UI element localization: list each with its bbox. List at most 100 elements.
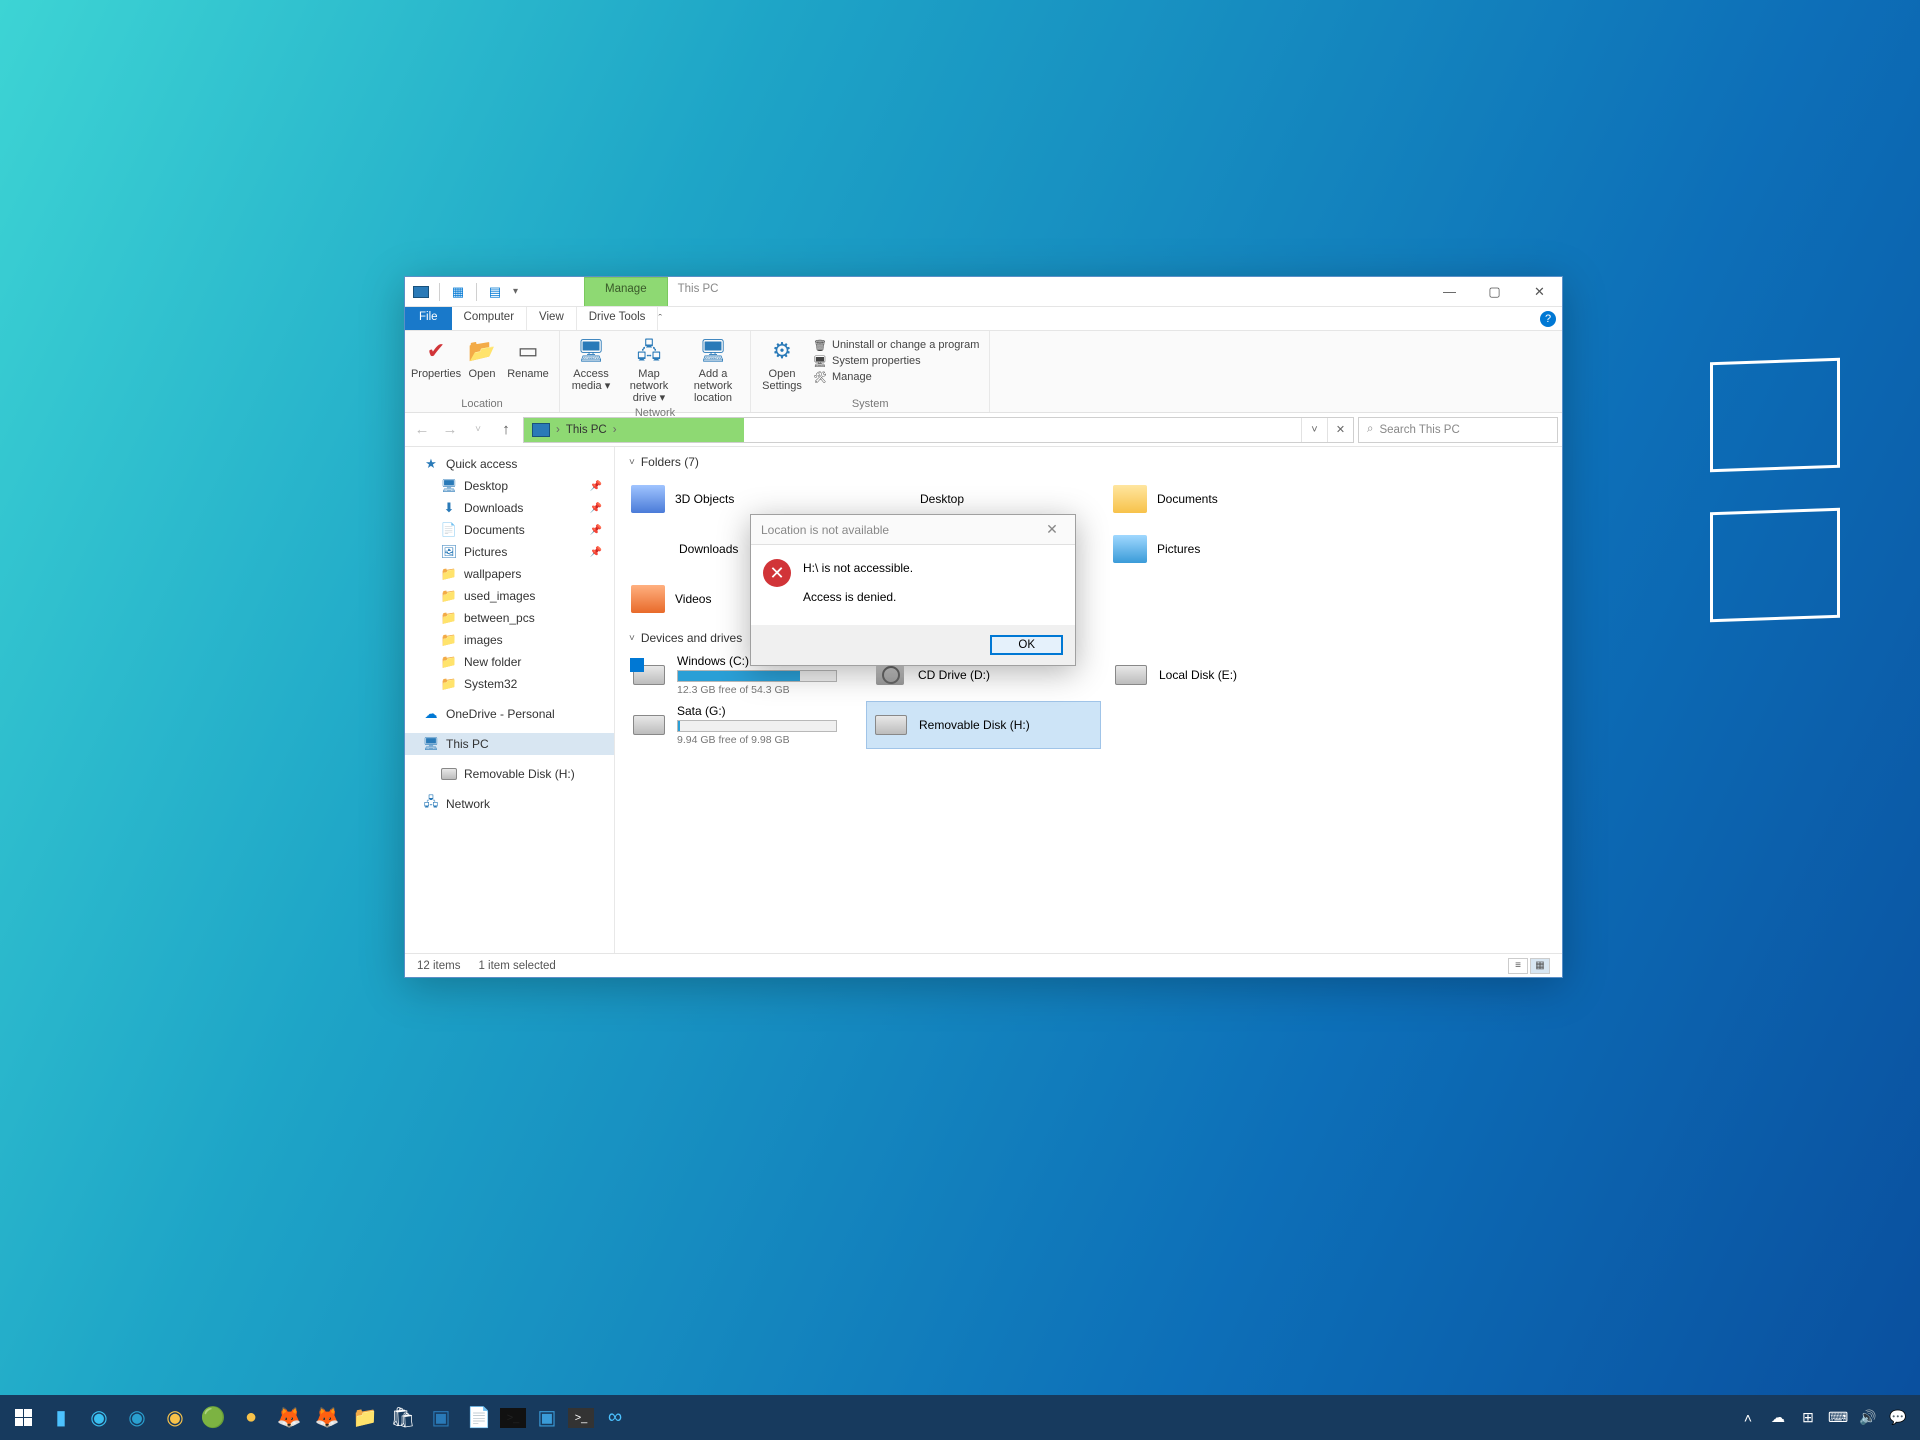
taskbar-powershell-icon[interactable]: ▣ — [424, 1399, 458, 1437]
nav-item[interactable]: 📄Documents📌 — [405, 519, 614, 541]
quick-access-root[interactable]: ★Quick access — [405, 453, 614, 475]
address-location: This PC — [566, 424, 607, 436]
taskbar: ▮ ◉ ◉ ◉ 🟢 ● 🦊 🦊 📁 🛍 ▣ 📄 >_ ▣ >_ ∞ ˄ ☁ ⊞ … — [0, 1395, 1920, 1440]
uninstall-program-button[interactable]: 🗑Uninstall or change a program — [813, 338, 979, 352]
details-view-button[interactable]: ≡ — [1508, 958, 1528, 974]
folders-section-header[interactable]: ˅Folders (7) — [625, 447, 1552, 475]
computer-tab[interactable]: Computer — [452, 307, 528, 330]
nav-item[interactable]: ⬇Downloads📌 — [405, 497, 614, 519]
onedrive-root[interactable]: ☁OneDrive - Personal — [405, 703, 614, 725]
close-button[interactable]: ✕ — [1517, 277, 1562, 306]
status-bar: 12 items 1 item selected ≡ ▦ — [405, 953, 1562, 977]
tray-security-icon[interactable]: ⊞ — [1798, 1409, 1818, 1426]
folder-icon: 📄 — [441, 522, 457, 538]
star-icon: ★ — [423, 456, 439, 472]
address-dropdown-icon[interactable]: ˅ — [1301, 418, 1327, 442]
nav-item[interactable]: 📁System32 — [405, 673, 614, 695]
pin-icon: 📌 — [590, 503, 602, 514]
drive-item[interactable]: Sata (G:)9.94 GB free of 9.98 GB — [625, 701, 860, 749]
taskbar-edge-icon[interactable]: ◉ — [82, 1399, 116, 1437]
address-bar[interactable]: › This PC › ˅ ✕ — [523, 417, 1354, 443]
folder-item[interactable]: Documents — [1107, 475, 1342, 523]
manage-context-tab[interactable]: Manage — [584, 277, 668, 306]
taskbar-chrome-canary-icon[interactable]: ● — [234, 1399, 268, 1437]
taskbar-firefox-icon[interactable]: 🦊 — [272, 1399, 306, 1437]
rename-button[interactable]: ▭Rename — [503, 334, 553, 382]
tray-onedrive-icon[interactable]: ☁ — [1768, 1409, 1788, 1426]
nav-item[interactable]: 📁wallpapers — [405, 563, 614, 585]
new-folder-qat-icon[interactable]: ▤ — [485, 282, 505, 302]
taskbar-terminal-icon[interactable]: >_ — [568, 1408, 594, 1428]
dialog-title: Location is not available ✕ — [751, 515, 1075, 545]
drive-item[interactable]: Local Disk (E:) — [1107, 651, 1342, 699]
tray-notifications-icon[interactable]: 💬 — [1888, 1409, 1908, 1426]
drive-icon — [1113, 659, 1149, 691]
folder-icon: 📁 — [441, 610, 457, 626]
qat-dropdown-icon[interactable]: ▾ — [513, 286, 518, 297]
folder-icon: ⬇ — [441, 500, 457, 516]
folder-icon — [1113, 535, 1147, 563]
file-tab[interactable]: File — [405, 307, 452, 330]
tray-input-icon[interactable]: ⌨ — [1828, 1409, 1848, 1426]
ok-button[interactable]: OK — [990, 635, 1063, 655]
drive-tools-tab[interactable]: Drive Tools — [577, 307, 659, 330]
open-button[interactable]: 📂Open — [463, 334, 501, 382]
tray-overflow-icon[interactable]: ˄ — [1738, 1410, 1758, 1426]
taskbar-app-4[interactable]: ∞ — [598, 1399, 632, 1437]
window-title: This PC — [668, 277, 729, 306]
refresh-button[interactable]: ✕ — [1327, 418, 1353, 442]
taskbar-firefox-dev-icon[interactable]: 🦊 — [310, 1399, 344, 1437]
view-tab[interactable]: View — [527, 307, 577, 330]
map-network-drive-button[interactable]: 🖧Map network drive ▾ — [618, 334, 680, 406]
recent-locations-icon[interactable]: ˅ — [465, 417, 491, 443]
taskbar-explorer-icon[interactable]: 📁 — [348, 1399, 382, 1437]
nav-item[interactable]: 🖼Pictures📌 — [405, 541, 614, 563]
maximize-button[interactable]: ▢ — [1472, 277, 1517, 306]
folder-icon: 🖼 — [441, 544, 457, 560]
help-icon[interactable]: ? — [1540, 311, 1556, 327]
access-media-button[interactable]: 🖥Access media ▾ — [566, 334, 616, 394]
taskbar-app-3[interactable]: ▣ — [530, 1399, 564, 1437]
collapse-ribbon-icon[interactable]: ˆ — [658, 313, 666, 325]
network-root[interactable]: 🖧Network — [405, 793, 614, 815]
taskbar-edge-dev-icon[interactable]: ◉ — [120, 1399, 154, 1437]
removable-disk-nav[interactable]: Removable Disk (H:) — [405, 763, 614, 785]
dialog-close-button[interactable]: ✕ — [1039, 521, 1065, 538]
folder-item[interactable]: Pictures — [1107, 525, 1342, 573]
nav-item[interactable]: 📁used_images — [405, 585, 614, 607]
selection-count: 1 item selected — [478, 960, 555, 972]
add-network-location-button[interactable]: 🖥Add a network location — [682, 334, 744, 406]
taskbar-store-icon[interactable]: 🛍 — [386, 1399, 420, 1437]
properties-qat-icon[interactable]: ▦ — [448, 282, 468, 302]
manage-icon: 🛠 — [813, 370, 827, 384]
start-button[interactable] — [6, 1399, 40, 1437]
up-button[interactable]: ↑ — [493, 417, 519, 443]
manage-button[interactable]: 🛠Manage — [813, 370, 979, 384]
nav-item[interactable]: 📁New folder — [405, 651, 614, 673]
forward-button[interactable]: → — [437, 417, 463, 443]
chevron-down-icon: ˅ — [629, 633, 635, 644]
system-properties-button[interactable]: 🖥System properties — [813, 354, 979, 368]
properties-button[interactable]: ✔Properties — [411, 334, 461, 382]
this-pc-root[interactable]: 🖥This PC — [405, 733, 614, 755]
nav-item[interactable]: 📁between_pcs — [405, 607, 614, 629]
search-input[interactable]: ⌕ Search This PC — [1358, 417, 1558, 443]
taskbar-app-1[interactable]: ▮ — [44, 1399, 78, 1437]
tiles-view-button[interactable]: ▦ — [1530, 958, 1550, 974]
nav-item[interactable]: 🖥Desktop📌 — [405, 475, 614, 497]
pc-icon[interactable] — [411, 282, 431, 302]
taskbar-edge-canary-icon[interactable]: ◉ — [158, 1399, 192, 1437]
taskbar-cmd-icon[interactable]: >_ — [500, 1408, 526, 1428]
back-button[interactable]: ← — [409, 417, 435, 443]
search-icon: ⌕ — [1367, 423, 1373, 436]
taskbar-chrome-icon[interactable]: 🟢 — [196, 1399, 230, 1437]
tray-volume-icon[interactable]: 🔊 — [1858, 1409, 1878, 1426]
open-settings-button[interactable]: ⚙Open Settings — [757, 334, 807, 394]
nav-item[interactable]: 📁images — [405, 629, 614, 651]
taskbar-app-2[interactable]: 📄 — [462, 1399, 496, 1437]
minimize-button[interactable]: — — [1427, 277, 1472, 306]
drive-item[interactable]: Removable Disk (H:) — [866, 701, 1101, 749]
system-group-label: System — [757, 397, 983, 410]
desktop-windows-logo — [1660, 350, 1840, 670]
folder-icon: 📁 — [441, 676, 457, 692]
